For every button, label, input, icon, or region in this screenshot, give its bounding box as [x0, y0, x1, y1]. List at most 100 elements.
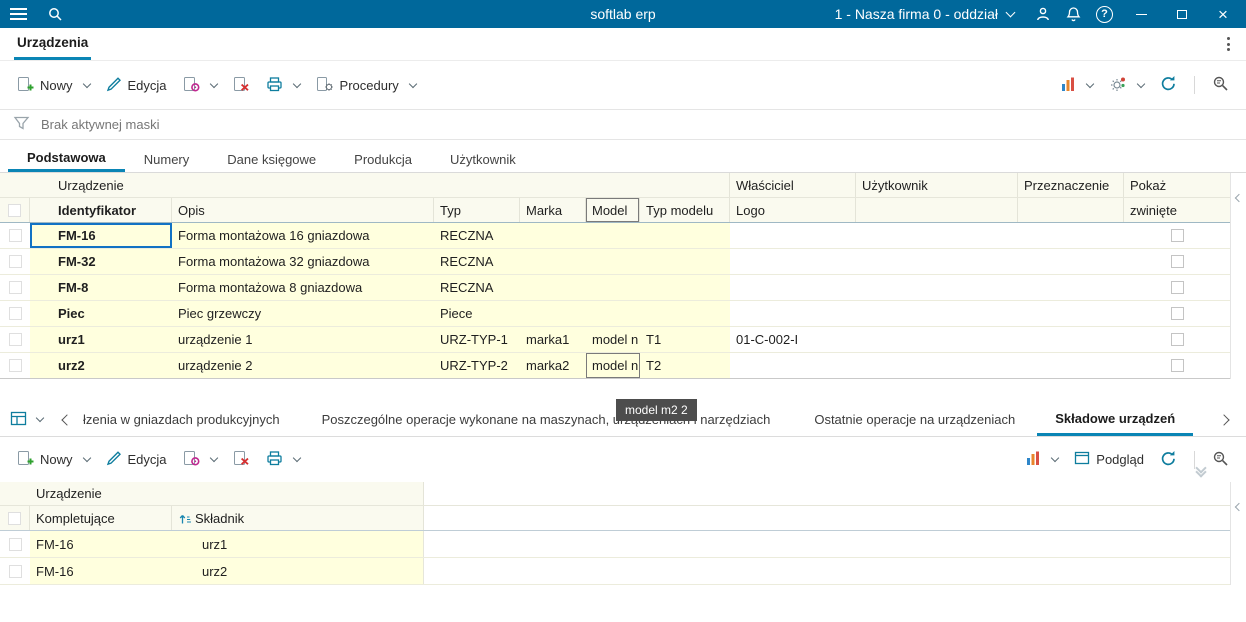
tab-numery[interactable]: Numery [125, 146, 209, 172]
col-header-zwiniete[interactable]: zwinięte [1124, 198, 1230, 222]
cell-logo[interactable] [730, 275, 856, 300]
user-icon[interactable] [1035, 6, 1051, 22]
tab-scroll-left[interactable] [55, 403, 79, 436]
tab-poszczegolne-operacje[interactable]: Poszczególne operacje wykonane na maszyn… [300, 403, 793, 436]
cell-przeznaczenie[interactable] [1018, 249, 1124, 274]
cell-typ[interactable]: RECZNA [434, 275, 520, 300]
automation-button[interactable] [1102, 70, 1151, 101]
cell-uzytkownik[interactable] [856, 353, 1018, 378]
table-row[interactable]: Piec Piec grzewczy Piece [0, 301, 1230, 327]
company-selector[interactable]: 1 - Nasza firma 0 - oddział [835, 6, 1016, 22]
col-header-opis[interactable]: Opis [172, 198, 434, 222]
more-options-icon[interactable] [1227, 28, 1230, 60]
minimize-button[interactable] [1128, 0, 1154, 28]
cell-zwiniete-checkbox[interactable] [1124, 301, 1230, 326]
cell-opis[interactable]: Forma montażowa 32 gniazdowa [172, 249, 434, 274]
edit-button[interactable]: Edycja [99, 444, 174, 475]
procedures-button[interactable]: Procedury [309, 70, 423, 101]
cell-typ-modelu[interactable] [640, 249, 730, 274]
cell-skladnik[interactable]: urz1 [172, 531, 424, 557]
cell-typ[interactable]: Piece [434, 301, 520, 326]
cell-typ-modelu[interactable]: T1 [640, 327, 730, 352]
col-header-identyfikator[interactable]: Identyfikator [30, 198, 172, 222]
col-header-model[interactable]: Model [586, 198, 640, 222]
close-button[interactable]: × [1210, 0, 1236, 28]
delete-button[interactable] [226, 70, 257, 101]
table-row[interactable]: FM-8 Forma montażowa 8 gniazdowa RECZNA [0, 275, 1230, 301]
cell-uzytkownik[interactable] [856, 301, 1018, 326]
help-icon[interactable]: ? [1096, 5, 1113, 23]
cell-kompletujace[interactable]: FM-16 [30, 531, 172, 557]
col-header-przeznaczenie-sub[interactable] [1018, 198, 1124, 222]
new-button[interactable]: Nowy [10, 444, 97, 475]
maximize-button[interactable] [1169, 0, 1195, 28]
notifications-icon[interactable] [1066, 6, 1081, 22]
cell-model[interactable] [586, 275, 640, 300]
table-row[interactable]: urz1 urządzenie 1 URZ-TYP-1 marka1 model… [0, 327, 1230, 353]
cell-logo[interactable]: 01-C-002-I [730, 327, 856, 352]
print-button[interactable] [259, 70, 307, 101]
refresh-button[interactable] [1153, 69, 1184, 101]
cell-uzytkownik[interactable] [856, 327, 1018, 352]
cell-zwiniete-checkbox[interactable] [1124, 249, 1230, 274]
col-header-typ[interactable]: Typ [434, 198, 520, 222]
column-search-button[interactable] [1205, 444, 1236, 476]
group-header-urzadzenie[interactable]: Urządzenie [30, 482, 424, 505]
tab-ostatnie-operacje[interactable]: Ostatnie operacje na urządzeniach [792, 403, 1037, 436]
col-header-kompletujace[interactable]: Kompletujące [30, 506, 172, 530]
cell-model[interactable] [586, 301, 640, 326]
cell-opis[interactable]: Piec grzewczy [172, 301, 434, 326]
tab-dane-ksiegowe[interactable]: Dane księgowe [208, 146, 335, 172]
cell-opis[interactable]: Forma montażowa 16 gniazdowa [172, 223, 434, 248]
cell-identyfikator[interactable]: Piec [30, 301, 172, 326]
related-views-button[interactable] [10, 403, 55, 436]
cell-identyfikator[interactable]: urz2 [30, 353, 172, 378]
cell-opis[interactable]: urządzenie 2 [172, 353, 434, 378]
collapse-side-panel[interactable] [1230, 482, 1246, 585]
col-header-skladnik[interactable]: Składnik [172, 506, 424, 530]
row-checkbox[interactable] [0, 327, 30, 352]
row-checkbox[interactable] [0, 558, 30, 584]
col-header-typ-modelu[interactable]: Typ modelu [640, 198, 730, 222]
cell-marka[interactable] [520, 301, 586, 326]
cell-zwiniete-checkbox[interactable] [1124, 353, 1230, 378]
tab-urzadzenia[interactable]: Urządzenia [14, 28, 92, 60]
cell-model[interactable] [586, 249, 640, 274]
cell-marka[interactable] [520, 249, 586, 274]
menu-icon[interactable] [10, 8, 27, 20]
col-header-logo[interactable]: Logo [730, 198, 856, 222]
cell-przeznaczenie[interactable] [1018, 223, 1124, 248]
col-header-marka[interactable]: Marka [520, 198, 586, 222]
cell-logo[interactable] [730, 353, 856, 378]
column-search-button[interactable] [1205, 69, 1236, 101]
table-row[interactable]: FM-32 Forma montażowa 32 gniazdowa RECZN… [0, 249, 1230, 275]
cell-kompletujace[interactable]: FM-16 [30, 558, 172, 584]
row-checkbox[interactable] [0, 249, 30, 274]
group-header-przeznaczenie[interactable]: Przeznaczenie [1018, 173, 1124, 197]
delete-button[interactable] [226, 444, 257, 475]
cell-skladnik[interactable]: urz2 [172, 558, 424, 584]
cell-zwiniete-checkbox[interactable] [1124, 327, 1230, 352]
tab-podstawowa[interactable]: Podstawowa [8, 146, 125, 172]
cell-typ[interactable]: RECZNA [434, 223, 520, 248]
global-search-icon[interactable] [47, 6, 63, 22]
cell-logo[interactable] [730, 301, 856, 326]
cell-marka[interactable]: marka2 [520, 353, 586, 378]
cell-typ[interactable]: URZ-TYP-1 [434, 327, 520, 352]
cell-typ[interactable]: RECZNA [434, 249, 520, 274]
cell-przeznaczenie[interactable] [1018, 301, 1124, 326]
cell-logo[interactable] [730, 223, 856, 248]
cell-opis[interactable]: urządzenie 1 [172, 327, 434, 352]
tab-produkcja[interactable]: Produkcja [335, 146, 431, 172]
cell-model[interactable]: model n [586, 327, 640, 352]
cell-uzytkownik[interactable] [856, 275, 1018, 300]
select-all-checkbox[interactable] [0, 198, 30, 222]
cell-przeznaczenie[interactable] [1018, 275, 1124, 300]
cell-przeznaczenie[interactable] [1018, 327, 1124, 352]
chart-button[interactable] [1053, 70, 1100, 101]
cell-model[interactable]: model n [586, 353, 640, 378]
cell-uzytkownik[interactable] [856, 223, 1018, 248]
cell-opis[interactable]: Forma montażowa 8 gniazdowa [172, 275, 434, 300]
group-header-urzadzenie[interactable]: Urządzenie [30, 173, 730, 197]
cell-model[interactable] [586, 223, 640, 248]
